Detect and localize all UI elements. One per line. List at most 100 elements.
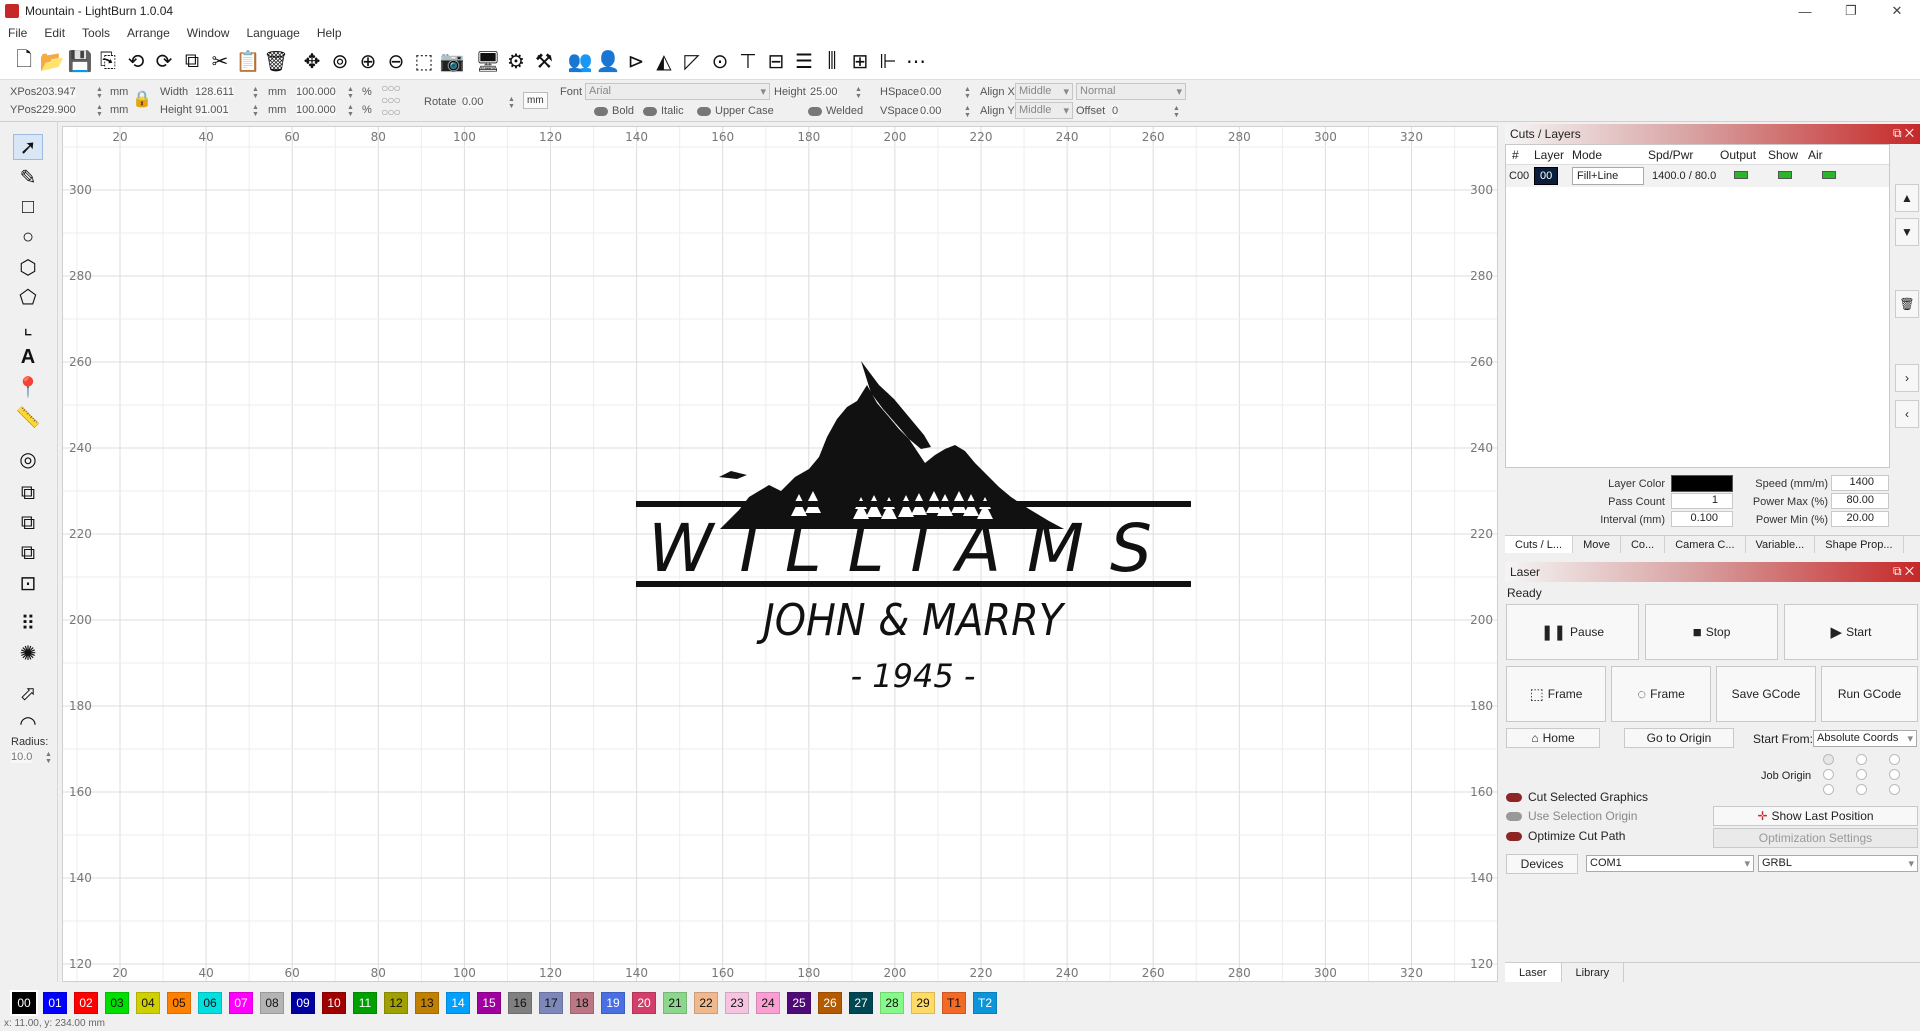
menu-window[interactable]: Window bbox=[187, 26, 230, 40]
frame-circle-button[interactable]: ◌ Frame bbox=[1611, 666, 1711, 722]
uppercase-toggle[interactable]: Upper Case bbox=[697, 105, 774, 117]
origin-top-left-radio[interactable] bbox=[1823, 754, 1834, 765]
zoom-frame-icon[interactable]: ⬚ bbox=[410, 47, 438, 77]
radius-input[interactable]: 10.0 bbox=[11, 751, 33, 763]
position-laser-icon[interactable]: 📍 bbox=[13, 374, 43, 400]
settings-gear-icon[interactable]: ⚙ bbox=[502, 47, 530, 77]
monitor-icon[interactable]: 🖥 bbox=[474, 47, 502, 77]
move-layer-down-icon[interactable]: ▼ bbox=[1895, 218, 1919, 246]
palette-swatch-23[interactable]: 23 bbox=[725, 992, 749, 1014]
font-height-spinner-icon[interactable]: ▲ ▼ bbox=[855, 86, 862, 100]
height-spinner-icon[interactable]: ▲ ▼ bbox=[252, 104, 259, 118]
save-gcode-button[interactable]: Save GCode bbox=[1716, 666, 1816, 722]
group-icon[interactable]: 👥 bbox=[566, 47, 594, 77]
distribute-h-icon[interactable]: ☰ bbox=[790, 47, 818, 77]
xpos-input[interactable]: 203.947 bbox=[36, 86, 76, 98]
copy-icon[interactable]: ⧉ bbox=[178, 47, 206, 77]
export-icon[interactable]: ⎘ bbox=[94, 47, 122, 77]
zoom-out-icon[interactable]: ⊖ bbox=[382, 47, 410, 77]
tab-laser[interactable]: Laser bbox=[1505, 963, 1562, 982]
palette-swatch-17[interactable]: 17 bbox=[539, 992, 563, 1014]
zoom-fit-icon[interactable]: ⊚ bbox=[326, 47, 354, 77]
go-to-origin-button[interactable]: Go to Origin bbox=[1624, 728, 1734, 748]
camera-icon[interactable]: 📷 bbox=[438, 47, 466, 77]
ypos-input[interactable]: 229.900 bbox=[36, 104, 76, 116]
palette-swatch-07[interactable]: 07 bbox=[229, 992, 253, 1014]
bold-toggle[interactable]: Bold bbox=[594, 105, 634, 117]
palette-swatch-13[interactable]: 13 bbox=[415, 992, 439, 1014]
weld-icon[interactable]: ⧉ bbox=[13, 480, 43, 506]
delete-layer-icon[interactable]: 🗑 bbox=[1895, 290, 1919, 318]
palette-swatch-11[interactable]: 11 bbox=[353, 992, 377, 1014]
menu-edit[interactable]: Edit bbox=[44, 26, 65, 40]
collapse-left-icon[interactable]: ‹ bbox=[1895, 400, 1919, 428]
power-max-input[interactable]: 80.00 bbox=[1831, 493, 1889, 509]
align-middle-icon[interactable]: ⊟ bbox=[762, 47, 790, 77]
distribute-v-icon[interactable]: ⫼ bbox=[818, 47, 846, 77]
anchor-grid-icon[interactable]: ○○○ ○○○ ○○○ bbox=[381, 82, 401, 118]
undo-icon[interactable]: ⟲ bbox=[122, 47, 150, 77]
home-button[interactable]: ⌂ Home bbox=[1506, 728, 1600, 748]
vspace-spinner-icon[interactable]: ▲ ▼ bbox=[964, 105, 971, 119]
palette-swatch-25[interactable]: 25 bbox=[787, 992, 811, 1014]
corner-tool-icon[interactable]: ⌞ bbox=[13, 314, 43, 340]
tab-camera-control[interactable]: Camera C... bbox=[1665, 536, 1746, 553]
palette-swatch-24[interactable]: 24 bbox=[756, 992, 780, 1014]
offset-spinner-icon[interactable]: ▲ ▼ bbox=[1173, 105, 1180, 119]
frame-rect-button[interactable]: ⬚ Frame bbox=[1506, 666, 1606, 722]
palette-swatch-03[interactable]: 03 bbox=[105, 992, 129, 1014]
menu-language[interactable]: Language bbox=[246, 26, 299, 40]
polygon-tool-icon[interactable]: ⬡ bbox=[13, 254, 43, 280]
origin-top-right-radio[interactable] bbox=[1889, 754, 1900, 765]
panel-close-icon[interactable]: ⧉ ✕ bbox=[1893, 126, 1914, 141]
power-min-input[interactable]: 20.00 bbox=[1831, 511, 1889, 527]
palette-swatch-29[interactable]: 29 bbox=[911, 992, 935, 1014]
palette-swatch-15[interactable]: 15 bbox=[477, 992, 501, 1014]
vspace-input[interactable]: 0.00 bbox=[920, 105, 942, 117]
palette-swatch-22[interactable]: 22 bbox=[694, 992, 718, 1014]
show-last-position-button[interactable]: ✛ Show Last Position bbox=[1713, 806, 1918, 826]
delete-icon[interactable]: 🗑 bbox=[262, 47, 290, 77]
scale-height-input[interactable]: 100.000 bbox=[296, 104, 336, 116]
font-select[interactable]: Arial bbox=[585, 83, 770, 100]
rounded-corners-icon[interactable]: ◠ bbox=[13, 710, 43, 736]
interval-input[interactable]: 0.100 bbox=[1671, 511, 1733, 527]
palette-swatch-16[interactable]: 16 bbox=[508, 992, 532, 1014]
paste-icon[interactable]: 📋 bbox=[234, 47, 262, 77]
xpos-spinner-icon[interactable]: ▲ ▼ bbox=[96, 86, 103, 100]
origin-top-center-radio[interactable] bbox=[1856, 754, 1867, 765]
origin-mid-right-radio[interactable] bbox=[1889, 769, 1900, 780]
offset-shapes-icon[interactable]: ◎ bbox=[13, 446, 43, 472]
layer-color-swatch[interactable] bbox=[1671, 475, 1733, 492]
rotate-spinner-icon[interactable]: ▲ ▼ bbox=[508, 96, 515, 110]
optimize-cut-path-toggle[interactable]: Optimize Cut Path bbox=[1506, 829, 1625, 843]
convert-path-icon[interactable]: ⬀ bbox=[13, 680, 43, 706]
align-row-icon[interactable]: ⊞ bbox=[846, 47, 874, 77]
palette-swatch-28[interactable]: 28 bbox=[880, 992, 904, 1014]
palette-swatch-09[interactable]: 09 bbox=[291, 992, 315, 1014]
close-icon[interactable]: ✕ bbox=[1874, 0, 1920, 22]
menu-tools[interactable]: Tools bbox=[82, 26, 110, 40]
palette-swatch-14[interactable]: 14 bbox=[446, 992, 470, 1014]
palette-swatch-20[interactable]: 20 bbox=[632, 992, 656, 1014]
expand-right-icon[interactable]: › bbox=[1895, 364, 1919, 392]
pen-tool-icon[interactable]: ✎ bbox=[13, 164, 43, 190]
text-mode-select[interactable]: Normal bbox=[1076, 83, 1186, 100]
palette-swatch-21[interactable]: 21 bbox=[663, 992, 687, 1014]
aligny-select[interactable]: Middle bbox=[1015, 102, 1073, 119]
port-select[interactable]: COM1 bbox=[1586, 855, 1754, 872]
ellipse-tool-icon[interactable]: ○ bbox=[13, 224, 43, 250]
palette-swatch-26[interactable]: 26 bbox=[818, 992, 842, 1014]
move-icon[interactable]: ✥ bbox=[298, 47, 326, 77]
workspace-canvas[interactable]: 20 20 40 40 60 60 80 80 100 100 120 120 140 140 160 160… bbox=[62, 126, 1498, 982]
tab-shape-properties[interactable]: Shape Prop... bbox=[1815, 536, 1904, 553]
radius-spinner-icon[interactable]: ▲ ▼ bbox=[45, 751, 52, 765]
height-input[interactable]: 91.001 bbox=[195, 104, 229, 116]
devices-button[interactable]: Devices bbox=[1506, 854, 1578, 874]
menu-help[interactable]: Help bbox=[317, 26, 342, 40]
laser-panel-close-icon[interactable]: ⧉ ✕ bbox=[1893, 564, 1914, 579]
align-col-icon[interactable]: ⊩ bbox=[874, 47, 902, 77]
use-selection-origin-toggle[interactable]: Use Selection Origin bbox=[1506, 809, 1637, 823]
open-folder-icon[interactable]: 📂 bbox=[38, 47, 66, 77]
offset-input[interactable]: 0 bbox=[1112, 105, 1119, 117]
